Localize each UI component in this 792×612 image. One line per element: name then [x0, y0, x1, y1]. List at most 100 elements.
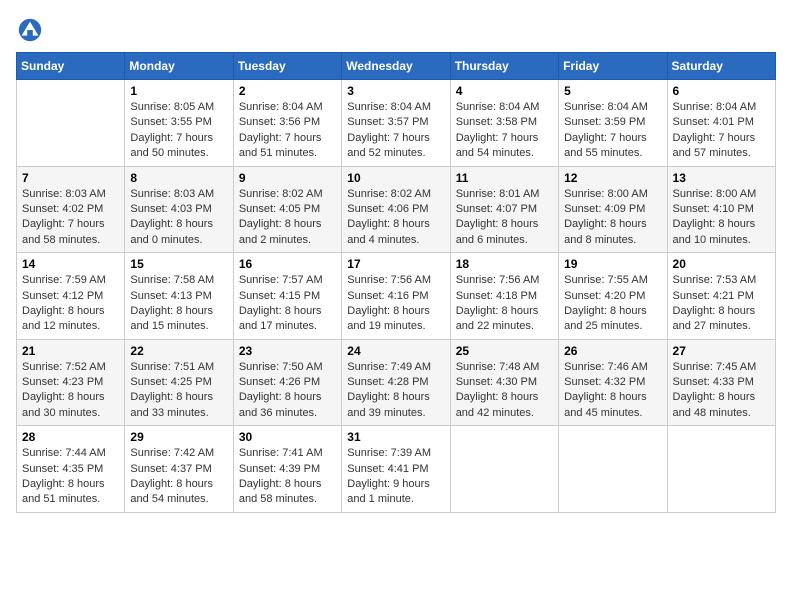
day-number: 21 — [22, 344, 119, 358]
day-number: 20 — [673, 257, 770, 271]
day-info: Sunrise: 7:39 AMSunset: 4:41 PMDaylight:… — [347, 447, 431, 505]
day-number: 10 — [347, 171, 444, 185]
logo-icon — [16, 16, 44, 44]
calendar-cell: 9 Sunrise: 8:02 AMSunset: 4:05 PMDayligh… — [233, 166, 341, 253]
day-number: 4 — [456, 84, 553, 98]
calendar: SundayMondayTuesdayWednesdayThursdayFrid… — [16, 52, 776, 513]
calendar-cell: 8 Sunrise: 8:03 AMSunset: 4:03 PMDayligh… — [125, 166, 233, 253]
day-number: 3 — [347, 84, 444, 98]
calendar-cell: 20 Sunrise: 7:53 AMSunset: 4:21 PMDaylig… — [667, 253, 775, 340]
calendar-cell: 1 Sunrise: 8:05 AMSunset: 3:55 PMDayligh… — [125, 80, 233, 167]
calendar-cell: 5 Sunrise: 8:04 AMSunset: 3:59 PMDayligh… — [559, 80, 667, 167]
calendar-cell — [667, 426, 775, 513]
day-header-thursday: Thursday — [450, 53, 558, 80]
calendar-cell: 19 Sunrise: 7:55 AMSunset: 4:20 PMDaylig… — [559, 253, 667, 340]
day-number: 8 — [130, 171, 227, 185]
day-number: 7 — [22, 171, 119, 185]
calendar-cell: 27 Sunrise: 7:45 AMSunset: 4:33 PMDaylig… — [667, 339, 775, 426]
calendar-header-row: SundayMondayTuesdayWednesdayThursdayFrid… — [17, 53, 776, 80]
day-header-sunday: Sunday — [17, 53, 125, 80]
day-info: Sunrise: 8:03 AMSunset: 4:03 PMDaylight:… — [130, 188, 214, 246]
day-number: 23 — [239, 344, 336, 358]
day-number: 19 — [564, 257, 661, 271]
day-info: Sunrise: 8:04 AMSunset: 3:56 PMDaylight:… — [239, 101, 323, 159]
day-info: Sunrise: 8:01 AMSunset: 4:07 PMDaylight:… — [456, 188, 540, 246]
day-number: 5 — [564, 84, 661, 98]
day-info: Sunrise: 8:03 AMSunset: 4:02 PMDaylight:… — [22, 188, 106, 246]
header — [16, 16, 776, 44]
day-header-monday: Monday — [125, 53, 233, 80]
day-number: 17 — [347, 257, 444, 271]
day-number: 24 — [347, 344, 444, 358]
day-info: Sunrise: 7:50 AMSunset: 4:26 PMDaylight:… — [239, 361, 323, 419]
day-info: Sunrise: 7:46 AMSunset: 4:32 PMDaylight:… — [564, 361, 648, 419]
day-info: Sunrise: 7:48 AMSunset: 4:30 PMDaylight:… — [456, 361, 540, 419]
day-info: Sunrise: 7:57 AMSunset: 4:15 PMDaylight:… — [239, 274, 323, 332]
day-info: Sunrise: 8:04 AMSunset: 4:01 PMDaylight:… — [673, 101, 757, 159]
day-info: Sunrise: 7:55 AMSunset: 4:20 PMDaylight:… — [564, 274, 648, 332]
day-info: Sunrise: 8:00 AMSunset: 4:10 PMDaylight:… — [673, 188, 757, 246]
day-info: Sunrise: 7:52 AMSunset: 4:23 PMDaylight:… — [22, 361, 106, 419]
calendar-cell: 4 Sunrise: 8:04 AMSunset: 3:58 PMDayligh… — [450, 80, 558, 167]
day-number: 2 — [239, 84, 336, 98]
day-number: 28 — [22, 430, 119, 444]
calendar-week-1: 1 Sunrise: 8:05 AMSunset: 3:55 PMDayligh… — [17, 80, 776, 167]
day-number: 11 — [456, 171, 553, 185]
calendar-cell: 23 Sunrise: 7:50 AMSunset: 4:26 PMDaylig… — [233, 339, 341, 426]
day-info: Sunrise: 7:59 AMSunset: 4:12 PMDaylight:… — [22, 274, 106, 332]
day-info: Sunrise: 8:00 AMSunset: 4:09 PMDaylight:… — [564, 188, 648, 246]
day-number: 16 — [239, 257, 336, 271]
calendar-cell: 13 Sunrise: 8:00 AMSunset: 4:10 PMDaylig… — [667, 166, 775, 253]
calendar-cell: 18 Sunrise: 7:56 AMSunset: 4:18 PMDaylig… — [450, 253, 558, 340]
calendar-cell: 10 Sunrise: 8:02 AMSunset: 4:06 PMDaylig… — [342, 166, 450, 253]
calendar-cell: 16 Sunrise: 7:57 AMSunset: 4:15 PMDaylig… — [233, 253, 341, 340]
day-info: Sunrise: 8:05 AMSunset: 3:55 PMDaylight:… — [130, 101, 214, 159]
calendar-cell: 26 Sunrise: 7:46 AMSunset: 4:32 PMDaylig… — [559, 339, 667, 426]
day-header-tuesday: Tuesday — [233, 53, 341, 80]
day-number: 18 — [456, 257, 553, 271]
day-info: Sunrise: 8:04 AMSunset: 3:59 PMDaylight:… — [564, 101, 648, 159]
day-number: 12 — [564, 171, 661, 185]
calendar-cell: 11 Sunrise: 8:01 AMSunset: 4:07 PMDaylig… — [450, 166, 558, 253]
calendar-cell: 6 Sunrise: 8:04 AMSunset: 4:01 PMDayligh… — [667, 80, 775, 167]
day-number: 9 — [239, 171, 336, 185]
calendar-cell: 15 Sunrise: 7:58 AMSunset: 4:13 PMDaylig… — [125, 253, 233, 340]
calendar-week-5: 28 Sunrise: 7:44 AMSunset: 4:35 PMDaylig… — [17, 426, 776, 513]
day-number: 30 — [239, 430, 336, 444]
day-number: 26 — [564, 344, 661, 358]
calendar-cell: 31 Sunrise: 7:39 AMSunset: 4:41 PMDaylig… — [342, 426, 450, 513]
calendar-cell: 30 Sunrise: 7:41 AMSunset: 4:39 PMDaylig… — [233, 426, 341, 513]
day-number: 13 — [673, 171, 770, 185]
day-number: 29 — [130, 430, 227, 444]
calendar-cell: 21 Sunrise: 7:52 AMSunset: 4:23 PMDaylig… — [17, 339, 125, 426]
day-header-friday: Friday — [559, 53, 667, 80]
day-info: Sunrise: 7:51 AMSunset: 4:25 PMDaylight:… — [130, 361, 214, 419]
day-info: Sunrise: 8:02 AMSunset: 4:05 PMDaylight:… — [239, 188, 323, 246]
calendar-cell: 22 Sunrise: 7:51 AMSunset: 4:25 PMDaylig… — [125, 339, 233, 426]
day-info: Sunrise: 7:53 AMSunset: 4:21 PMDaylight:… — [673, 274, 757, 332]
calendar-week-3: 14 Sunrise: 7:59 AMSunset: 4:12 PMDaylig… — [17, 253, 776, 340]
day-number: 14 — [22, 257, 119, 271]
day-header-saturday: Saturday — [667, 53, 775, 80]
day-info: Sunrise: 7:58 AMSunset: 4:13 PMDaylight:… — [130, 274, 214, 332]
day-number: 15 — [130, 257, 227, 271]
day-number: 27 — [673, 344, 770, 358]
day-info: Sunrise: 7:42 AMSunset: 4:37 PMDaylight:… — [130, 447, 214, 505]
day-number: 6 — [673, 84, 770, 98]
day-info: Sunrise: 7:56 AMSunset: 4:18 PMDaylight:… — [456, 274, 540, 332]
calendar-cell: 25 Sunrise: 7:48 AMSunset: 4:30 PMDaylig… — [450, 339, 558, 426]
day-number: 22 — [130, 344, 227, 358]
day-header-wednesday: Wednesday — [342, 53, 450, 80]
day-number: 1 — [130, 84, 227, 98]
calendar-week-2: 7 Sunrise: 8:03 AMSunset: 4:02 PMDayligh… — [17, 166, 776, 253]
day-info: Sunrise: 7:49 AMSunset: 4:28 PMDaylight:… — [347, 361, 431, 419]
calendar-cell: 3 Sunrise: 8:04 AMSunset: 3:57 PMDayligh… — [342, 80, 450, 167]
day-info: Sunrise: 8:02 AMSunset: 4:06 PMDaylight:… — [347, 188, 431, 246]
day-info: Sunrise: 7:41 AMSunset: 4:39 PMDaylight:… — [239, 447, 323, 505]
day-info: Sunrise: 8:04 AMSunset: 3:58 PMDaylight:… — [456, 101, 540, 159]
calendar-cell: 12 Sunrise: 8:00 AMSunset: 4:09 PMDaylig… — [559, 166, 667, 253]
calendar-cell: 2 Sunrise: 8:04 AMSunset: 3:56 PMDayligh… — [233, 80, 341, 167]
day-number: 25 — [456, 344, 553, 358]
calendar-cell: 28 Sunrise: 7:44 AMSunset: 4:35 PMDaylig… — [17, 426, 125, 513]
day-info: Sunrise: 7:56 AMSunset: 4:16 PMDaylight:… — [347, 274, 431, 332]
